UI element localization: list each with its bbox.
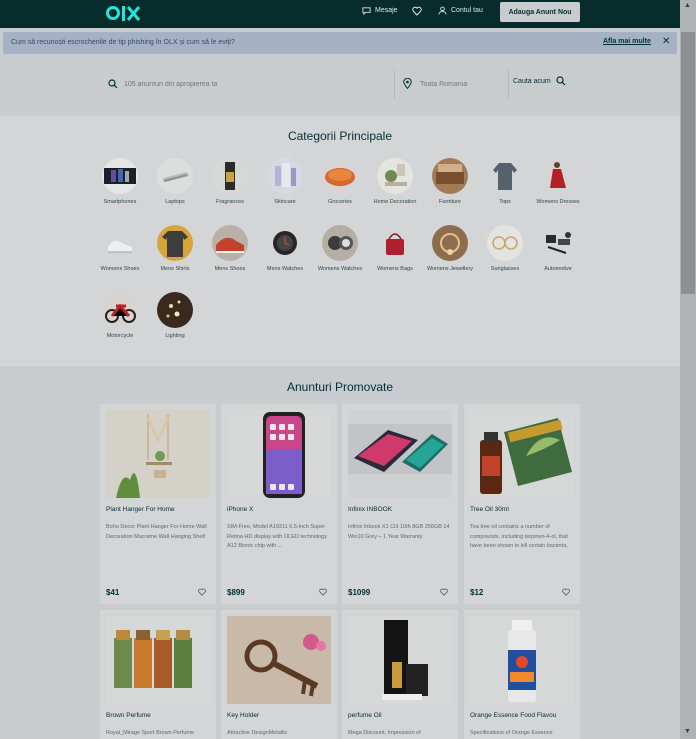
ad-title: Key Holder [227,712,260,719]
ad-description: Mega Discount, Impression of [348,730,421,736]
ad-card[interactable]: Infinix INBOOK Infinix Inbook X1 Ci3 10t… [342,404,458,604]
category-image [322,158,358,194]
category-image [540,158,576,194]
category-image [212,225,248,261]
category-image [157,158,193,194]
category-image [432,158,468,194]
category-image [102,225,138,261]
favorites-heart-icon[interactable] [412,6,422,16]
ad-title: Brown Perfume [106,712,151,719]
ad-card[interactable]: Brown Perfume Royal_Mirage Sport Brown P… [100,610,216,739]
category-image [157,225,193,261]
account-label: Contul tau [451,7,483,14]
ad-description: Tea tree oil contains a number of compou… [470,524,568,549]
location-pin-icon [403,78,412,89]
category-image [487,225,523,261]
ad-image [470,410,574,498]
categories-title: Categorii Principale [287,129,393,143]
banner-close-icon[interactable]: ✕ [662,36,670,47]
ad-description: Boho Decor Plant Hanger For Home Wall De… [106,524,207,540]
search-divider [394,70,395,99]
favorite-heart-icon[interactable] [440,588,448,596]
scroll-up-arrow-icon[interactable]: ▲ [684,2,691,9]
messages-link[interactable]: Mesaje [362,6,398,15]
chat-icon [362,7,371,15]
ad-title: Plant Hanger For Home [106,506,175,513]
scrollbar-thumb[interactable] [681,32,695,294]
category-image [212,158,248,194]
ad-description: Attractive DesignMetallic [227,730,288,736]
search-divider [508,70,509,99]
ad-card[interactable]: Tree Oil 30ml Tea tree oil contains a nu… [464,404,580,604]
category-image [267,158,303,194]
user-icon [438,6,447,15]
ad-title: Infinix INBOOK [348,506,393,513]
ad-description: Royal_Mirage Sport Brown Perfume [106,730,195,736]
category-image [102,158,138,194]
ad-card[interactable]: Key Holder Attractive DesignMetallic [221,610,337,739]
category-image [377,225,413,261]
category-image [540,225,576,261]
ad-title: Orange Essence Food Flavou [470,712,557,719]
category-image [102,292,138,328]
category-womens-dresses[interactable]: Womens Dresses [523,158,593,206]
location-input[interactable] [420,75,506,94]
category-image [322,225,358,261]
olx-logo[interactable] [106,3,142,23]
category-lighting[interactable]: Lighting [140,292,210,340]
category-label: Automotive [544,266,572,272]
search-bar: Cauta acum [100,70,580,99]
account-link[interactable]: Contul tau [438,6,483,15]
scroll-down-arrow-icon[interactable]: ▼ [684,728,691,735]
banner-learn-more-link[interactable]: Afla mai multe [603,38,651,45]
phishing-warning-banner: Cum să recunoști escrocheriile de tip ph… [3,32,677,54]
ad-price: $41 [106,588,120,597]
ad-price: $12 [470,588,484,597]
ad-image [348,616,452,704]
search-button-label: Cauta acum [513,77,551,85]
ad-description: Specifications of Orange Essence [470,730,553,736]
ad-image [106,616,210,704]
ad-image [348,410,452,498]
category-image [432,225,468,261]
search-icon [556,76,566,86]
ad-card[interactable]: perfume Oil Mega Discount, Impression of [342,610,458,739]
favorite-heart-icon[interactable] [198,588,206,596]
category-label: Womens Dresses [536,199,580,205]
ad-image [470,616,574,704]
category-image [487,158,523,194]
favorite-heart-icon[interactable] [319,588,327,596]
post-ad-button[interactable]: Adauga Anunt Nou [500,2,580,22]
ad-card[interactable]: Orange Essence Food Flavou Specification… [464,610,580,739]
search-icon [108,79,118,89]
ad-image [227,410,331,498]
top-header: Mesaje Contul tau Adauga Anunt Nou [0,0,680,28]
ad-price: $899 [227,588,245,597]
ad-card[interactable]: iPhone X SIM-Free, Model A19211 6.5-inch… [221,404,337,604]
ad-title: Tree Oil 30ml [470,506,509,513]
category-image [267,225,303,261]
ad-image [106,410,210,498]
search-input[interactable] [124,75,390,94]
banner-text: Cum să recunoști escrocheriile de tip ph… [11,39,235,46]
favorite-heart-icon[interactable] [562,588,570,596]
category-automotive[interactable]: Automotive [523,225,593,273]
category-label: Lighting [165,333,185,339]
promoted-title: Anunturi Promovate [286,380,394,394]
ad-title: iPhone X [227,506,254,513]
search-button[interactable]: Cauta acum [513,76,566,86]
messages-label: Mesaje [375,7,398,14]
ad-image [227,616,331,704]
ad-price: $1099 [348,588,371,597]
ad-description: Infinix Inbook X1 Ci3 10th 8GB 256GB 14 … [348,524,450,540]
ad-title: perfume Oil [348,712,382,719]
category-image [157,292,193,328]
ad-card[interactable]: Plant Hanger For Home Boho Decor Plant H… [100,404,216,604]
ad-description: SIM-Free, Model A19211 6.5-inch Super Re… [227,524,327,549]
category-image [377,158,413,194]
